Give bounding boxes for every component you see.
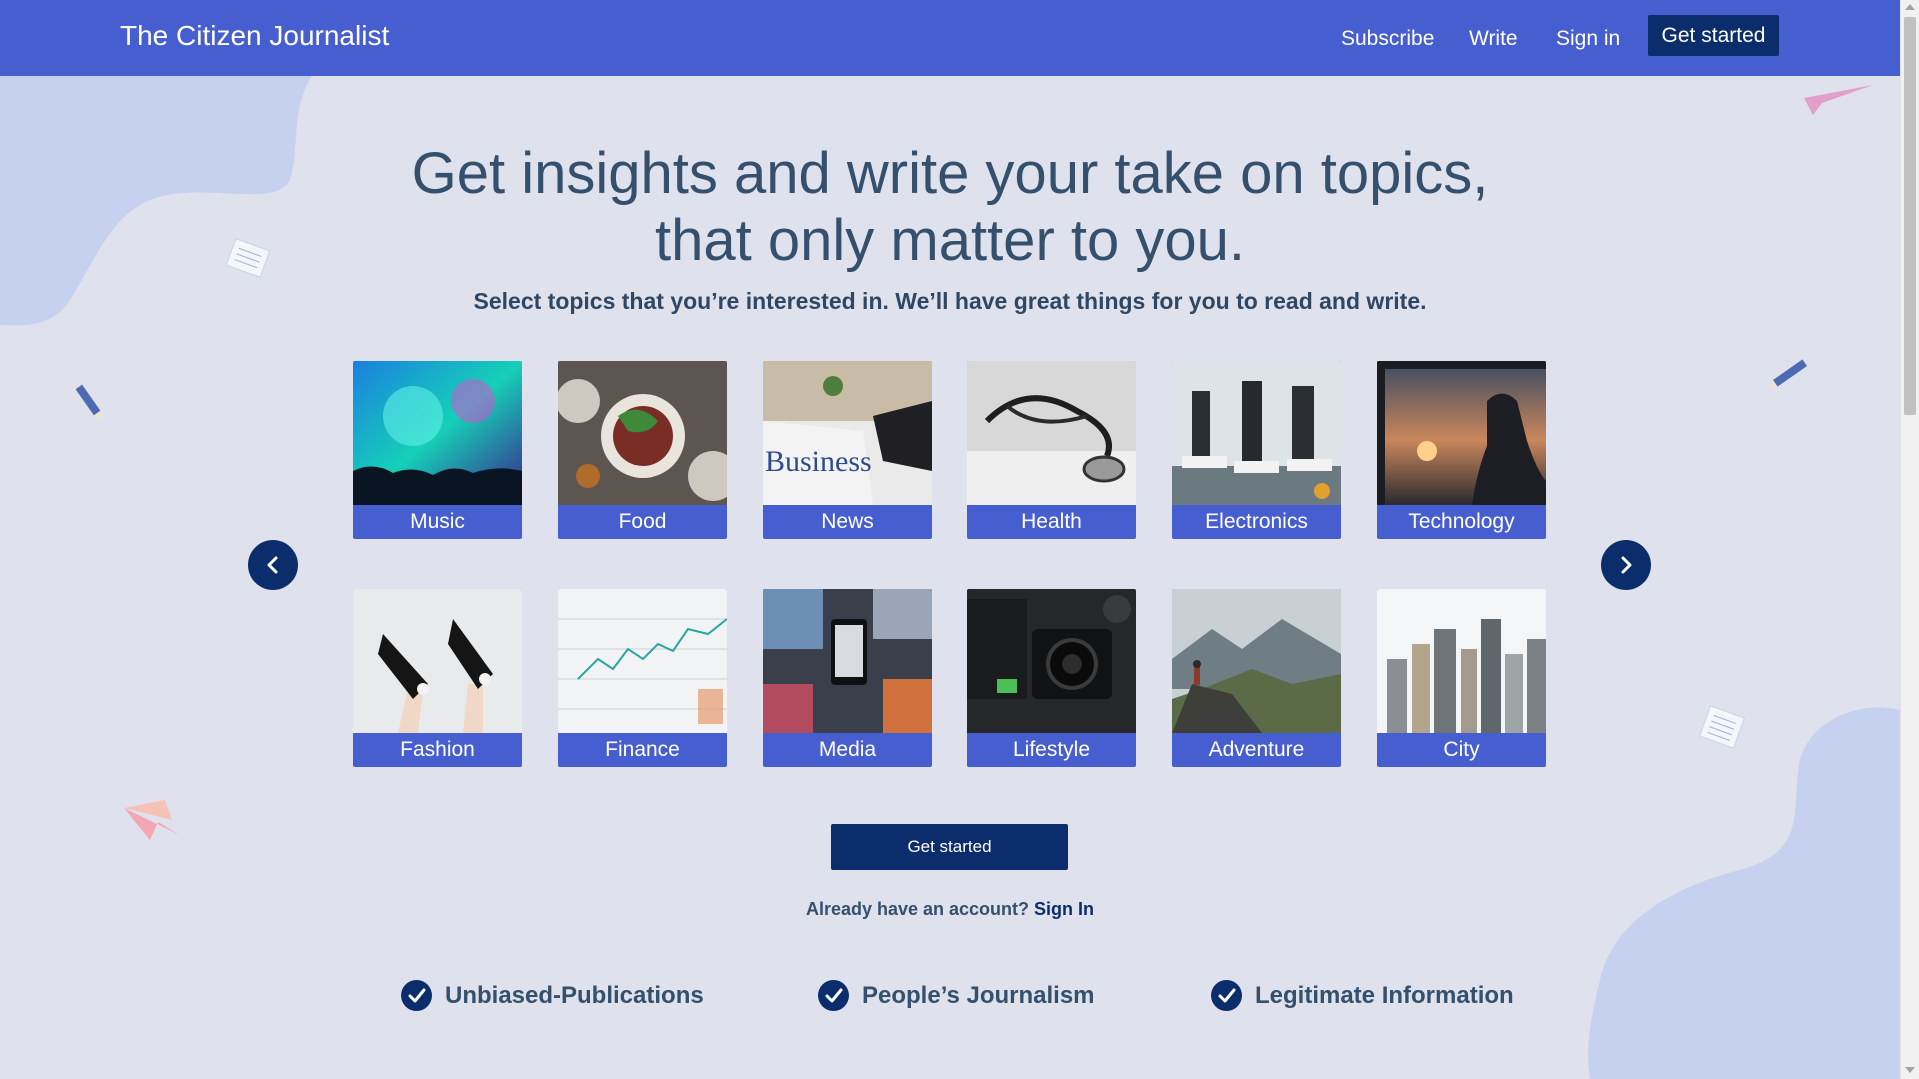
topic-label: Adventure — [1208, 738, 1305, 761]
page-headline: Get insights and write your take on topi… — [0, 140, 1900, 274]
scroll-down-arrow-icon[interactable] — [1905, 1067, 1915, 1073]
top-navbar: The Citizen Journalist Subscribe Write S… — [0, 0, 1900, 76]
check-circle-icon — [818, 980, 849, 1011]
stock-chart-image — [558, 589, 727, 733]
carousel-prev-button[interactable] — [248, 540, 298, 590]
microscope-image — [1172, 361, 1341, 505]
chevron-left-icon — [267, 556, 278, 574]
feature-label: Legitimate Information — [1255, 982, 1514, 1009]
topic-tile-adventure[interactable]: Adventure — [1172, 589, 1341, 767]
nav-subscribe-link[interactable]: Subscribe — [1341, 27, 1434, 51]
topic-tile-finance[interactable]: Finance — [558, 589, 727, 767]
topic-label: City — [1443, 738, 1480, 761]
topic-label: Finance — [605, 738, 680, 761]
signin-link[interactable]: Sign In — [1034, 899, 1094, 919]
topic-label: Health — [1021, 510, 1082, 533]
topic-label: Technology — [1408, 510, 1515, 533]
mountain-image — [1172, 589, 1341, 733]
chevron-right-icon — [1621, 556, 1632, 574]
food-image — [558, 361, 727, 505]
feature-label: Unbiased-Publications — [445, 982, 704, 1009]
check-circle-icon — [1211, 980, 1242, 1011]
page: The Citizen Journalist Subscribe Write S… — [0, 0, 1900, 1079]
page-scrollbar[interactable] — [1900, 0, 1919, 1079]
topic-tile-media[interactable]: Media — [763, 589, 932, 767]
nav-get-started-button[interactable]: Get started — [1648, 15, 1779, 56]
signin-prompt-line: Already have an account? Sign In — [0, 899, 1900, 920]
topic-tile-technology[interactable]: Technology — [1377, 361, 1546, 539]
topic-tile-health[interactable]: Health — [967, 361, 1136, 539]
topic-label: News — [821, 510, 874, 533]
concert-image — [353, 361, 522, 505]
newspaper-image: Business — [763, 361, 932, 505]
topic-tile-electronics[interactable]: Electronics — [1172, 361, 1341, 539]
topic-label: Lifestyle — [1012, 738, 1091, 761]
topic-tile-news[interactable]: Business News — [763, 361, 932, 539]
scroll-up-arrow-icon[interactable] — [1905, 4, 1915, 10]
window-view-image — [1377, 361, 1546, 505]
check-circle-icon — [401, 980, 432, 1011]
nav-signin-link[interactable]: Sign in — [1556, 27, 1620, 51]
stethoscope-image — [967, 361, 1136, 505]
brand-logo[interactable]: The Citizen Journalist — [120, 20, 389, 52]
smartphone-image — [763, 589, 932, 733]
scrollbar-thumb[interactable] — [1904, 17, 1916, 415]
topic-label: Music — [410, 510, 465, 533]
topic-label: Media — [818, 738, 877, 761]
topic-label: Electronics — [1205, 510, 1308, 533]
headline-line-1: Get insights and write your take on topi… — [411, 141, 1489, 206]
topic-tile-food[interactable]: Food — [558, 361, 727, 539]
feature-label: People’s Journalism — [862, 982, 1095, 1009]
signin-prompt-text: Already have an account? — [805, 899, 1030, 919]
sneakers-image — [353, 589, 522, 733]
nav-write-link[interactable]: Write — [1469, 27, 1518, 51]
get-started-button[interactable]: Get started — [831, 824, 1068, 870]
carousel-next-button[interactable] — [1601, 540, 1651, 590]
skyline-image — [1377, 589, 1546, 733]
topic-label: Fashion — [400, 738, 475, 761]
camera-image — [967, 589, 1136, 733]
topic-tile-music[interactable]: Music — [353, 361, 522, 539]
topic-tile-city[interactable]: City — [1377, 589, 1546, 767]
topic-tile-fashion[interactable]: Fashion — [353, 589, 522, 767]
svg-text:Business: Business — [765, 445, 872, 478]
topic-label: Food — [618, 510, 667, 533]
page-subheadline: Select topics that you’re interested in.… — [473, 288, 1427, 314]
topic-tile-lifestyle[interactable]: Lifestyle — [967, 589, 1136, 767]
headline-line-2: that only matter to you. — [655, 208, 1245, 273]
